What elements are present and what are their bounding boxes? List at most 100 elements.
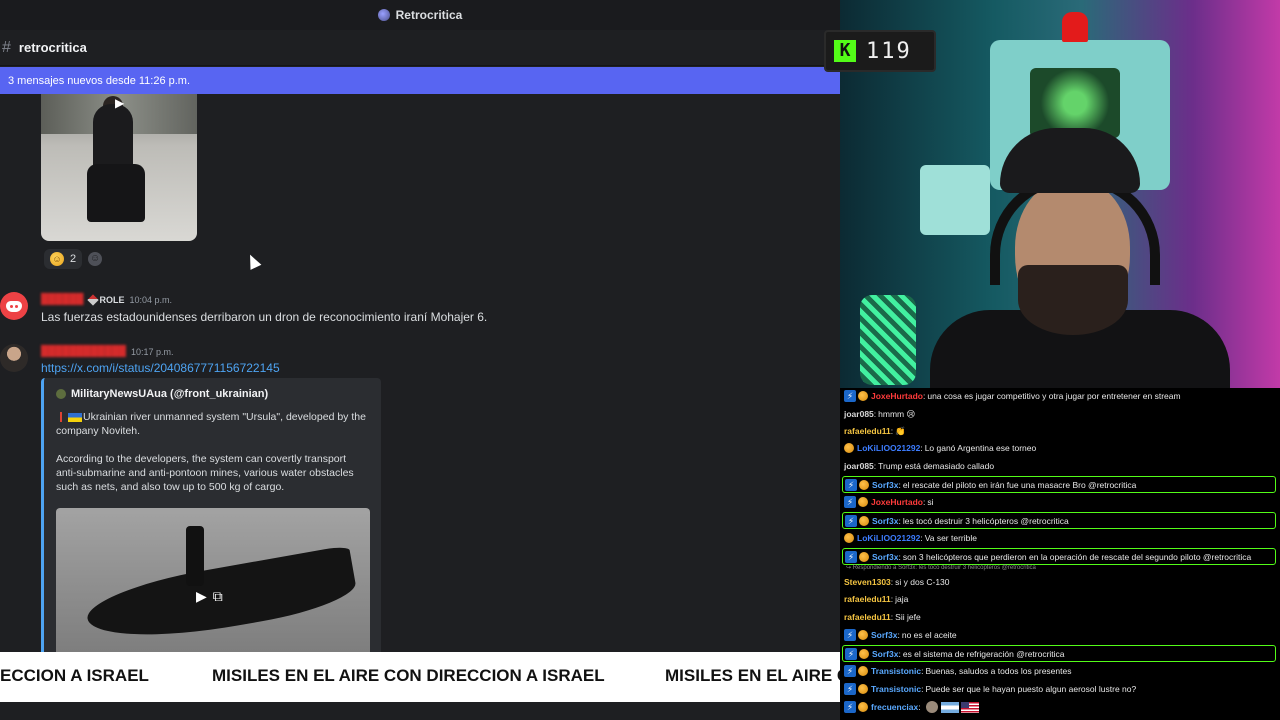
chat-username[interactable]: rafaeledu11	[844, 426, 891, 436]
chat-text: 👏	[895, 425, 906, 436]
red-beacon	[1062, 12, 1088, 42]
chat-username[interactable]: JoxeHurtado	[871, 497, 923, 507]
chat-username[interactable]: joar085	[844, 409, 874, 419]
boat-mast	[186, 526, 204, 586]
chat-message[interactable]: ⚡ frecuenciax:	[842, 699, 1276, 715]
chat-username[interactable]: frecuenciax	[871, 702, 918, 712]
chat-colon: :	[898, 515, 901, 526]
external-link-icon[interactable]: ⧉	[213, 588, 223, 605]
chat-text: Buenas, saludos a todos los presentes	[925, 666, 1072, 676]
message-list[interactable]: ▶ ☺ 2 ☺ ██████ ROLE 10:04 p.m. Las fuerz…	[0, 94, 840, 652]
new-messages-text: 3 mensajes nuevos desde 11:26 p.m.	[8, 74, 191, 87]
coin-badge-icon	[858, 684, 868, 694]
chat-text: el rescate del piloto en irán fue una ma…	[902, 479, 1137, 490]
link-embed[interactable]: MilitaryNewsUAua (@front_ukrainian) Ukra…	[41, 378, 381, 652]
embed-author[interactable]: MilitaryNewsUAua (@front_ukrainian)	[56, 388, 268, 400]
add-reaction-icon[interactable]: ☺	[88, 252, 103, 266]
chat-message[interactable]: rafaeledu11: Sii jefe	[842, 609, 1276, 625]
chat-username[interactable]: Sorf3x	[872, 480, 898, 490]
chat-colon: :	[898, 551, 901, 562]
stream-chat: ⚡ JoxeHurtado: una cosa es jugar competiti…	[840, 388, 1280, 720]
role-tag[interactable]: ROLE	[86, 293, 125, 306]
chat-message[interactable]: ⚡ Transistonic: Puede ser que le hayan pue…	[842, 681, 1276, 697]
coin-badge-icon	[859, 479, 869, 490]
reply-note: ↪ Respondiendo a Sorf3x: les tocó destru…	[846, 565, 1036, 571]
reaction-rofl[interactable]: ☺ 2	[44, 249, 83, 269]
chat-colon: :	[920, 533, 923, 543]
embed-video-thumbnail[interactable]: ▶ ⧉	[56, 508, 370, 652]
message-text: Las fuerzas estadounidenses derribaron u…	[41, 310, 488, 324]
new-messages-banner[interactable]: 3 mensajes nuevos desde 11:26 p.m.	[0, 67, 840, 94]
ticker-segment: MISILES EN EL AIRE C	[665, 666, 840, 685]
red-bar-icon	[60, 412, 62, 423]
coin-badge-icon	[859, 551, 869, 562]
chat-message[interactable]: ⚡ Sorf3x: son 3 helicópteros que perdieron…	[842, 548, 1276, 565]
window-titlebar: Retrocritica	[0, 0, 840, 30]
gauge-prop	[920, 165, 990, 235]
chat-colon: :	[922, 391, 926, 401]
chat-text: Va ser terrible	[924, 533, 977, 543]
subscriber-badge-icon: ⚡	[845, 514, 857, 527]
message-link[interactable]: https://x.com/i/status/20408677711567221…	[41, 361, 280, 375]
chat-message[interactable]: ⚡ Transistonic: Buenas, saludos a todos lo…	[842, 663, 1276, 679]
chat-message[interactable]: rafaeledu11: jaja	[842, 591, 1276, 607]
coin-badge-icon	[859, 648, 869, 659]
chat-text: les tocó destruir 3 helicópteros @retroc…	[902, 515, 1069, 526]
chat-username[interactable]: Steven1303	[844, 577, 891, 587]
chat-message[interactable]: ⚡ JoxeHurtado: si	[842, 494, 1276, 510]
coin-badge-icon	[858, 391, 868, 401]
coin-badge-icon	[858, 630, 868, 640]
chat-colon: :	[873, 409, 877, 419]
chat-username[interactable]: JoxeHurtado	[871, 391, 923, 401]
message-header: ██████ ROLE 10:04 p.m.	[41, 293, 172, 306]
mouse-cursor-icon	[244, 252, 262, 270]
chat-username[interactable]: Sorf3x	[872, 516, 898, 526]
image-attachment[interactable]: ▶	[41, 94, 197, 241]
chat-colon: :	[922, 497, 926, 507]
chat-username[interactable]: rafaeledu11	[844, 612, 891, 622]
chat-username[interactable]: rafaeledu11	[844, 594, 891, 604]
chat-colon: :	[890, 426, 894, 436]
username-redacted[interactable]: ██████	[41, 294, 84, 305]
coin-badge-icon	[859, 515, 869, 526]
avatar[interactable]	[0, 344, 28, 372]
server-icon	[377, 9, 390, 21]
chat-text: Lo ganó Argentina ese torneo	[924, 443, 1037, 453]
chat-message[interactable]: joar085: hmmm 😢	[842, 406, 1276, 422]
chat-colon: :	[920, 443, 923, 453]
coin-badge-icon	[844, 533, 854, 543]
chat-message[interactable]: LoKiLlOO21292: Va ser terrible	[842, 530, 1276, 546]
chat-username[interactable]: LoKiLlOO21292	[857, 533, 920, 543]
chat-username[interactable]: Sorf3x	[872, 552, 898, 562]
subscriber-badge-icon: ⚡	[844, 629, 856, 641]
embed-line-5: such as nets, and also tow up to 500 kg …	[56, 481, 285, 493]
play-icon[interactable]: ▶	[196, 588, 207, 605]
chat-message[interactable]: ⚡ JoxeHurtado: una cosa es jugar competiti…	[842, 388, 1276, 404]
chat-message[interactable]: ⚡ Sorf3x: el rescate del piloto en irán fu…	[842, 476, 1276, 493]
chat-colon: :	[890, 577, 894, 587]
chat-message[interactable]: ⚡ Sorf3x: no es el aceite	[842, 627, 1276, 643]
chat-message[interactable]: Steven1303: si y dos C-130	[842, 574, 1276, 590]
subscriber-badge-icon: ⚡	[845, 478, 857, 491]
chat-username[interactable]: joar085	[844, 461, 874, 471]
username-redacted[interactable]: ████████████	[41, 346, 126, 357]
reactions-bar: ☺ 2 ☺	[44, 249, 103, 269]
channel-header: # retrocritica	[0, 30, 840, 66]
chat-text: Trump está demasiado callado	[878, 461, 995, 471]
chat-message[interactable]: rafaeledu11: 👏	[842, 423, 1276, 439]
chat-username[interactable]: Sorf3x	[871, 630, 897, 640]
channel-name: retrocritica	[18, 40, 87, 55]
chat-message[interactable]: ⚡ Sorf3x: les tocó destruir 3 helicópteros…	[842, 512, 1276, 529]
discord-logo-icon	[6, 300, 22, 312]
chat-username[interactable]: Sorf3x	[872, 649, 898, 659]
chat-text: si	[927, 497, 934, 507]
chat-message[interactable]: LoKiLlOO21292: Lo ganó Argentina ese torn…	[842, 440, 1276, 456]
avatar[interactable]	[0, 292, 28, 320]
viewer-counter: K 119	[824, 30, 936, 72]
chat-message[interactable]: joar085: Trump está demasiado callado	[842, 458, 1276, 474]
chat-username[interactable]: Transistonic	[871, 666, 921, 676]
video-controls: ▶ ⧉	[196, 588, 223, 605]
chat-message[interactable]: ⚡ Sorf3x: es el sistema de refrigeración @…	[842, 645, 1276, 662]
chat-username[interactable]: Transistonic	[871, 684, 921, 694]
chat-username[interactable]: LoKiLlOO21292	[857, 443, 920, 453]
